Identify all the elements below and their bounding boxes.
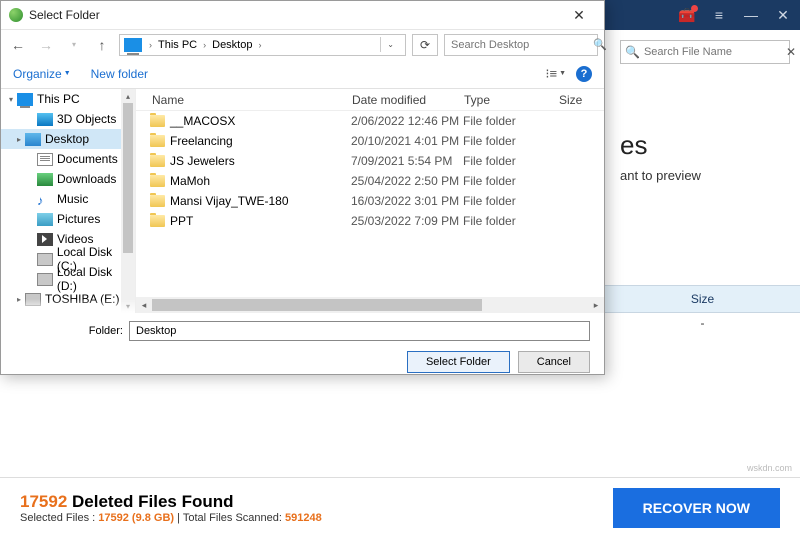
app-search[interactable]: 🔍 ✕ bbox=[620, 40, 790, 64]
tree-item-documents[interactable]: Documents bbox=[1, 149, 135, 169]
watermark: wskdn.com bbox=[747, 463, 792, 473]
file-row[interactable]: JS Jewelers7/09/2021 5:54 PMFile folder bbox=[136, 151, 604, 171]
col-size[interactable]: Size bbox=[543, 93, 604, 107]
dialog-toolbar: Organize▼ New folder ⁝≡ ▼ ? bbox=[1, 59, 604, 89]
crumb-this-pc[interactable]: This PC bbox=[155, 39, 200, 51]
toolbox-icon[interactable]: 🧰 bbox=[678, 6, 696, 24]
file-row[interactable]: __MACOSX2/06/2022 12:46 PMFile folder bbox=[136, 111, 604, 131]
scroll-up-icon[interactable]: ▴ bbox=[121, 89, 135, 103]
col-name[interactable]: Name bbox=[136, 93, 336, 107]
file-list: Name Date modified Type Size __MACOSX2/0… bbox=[136, 89, 604, 313]
dialog-search-input[interactable] bbox=[451, 39, 593, 51]
recover-now-button[interactable]: RECOVER NOW bbox=[613, 488, 780, 528]
recent-dropdown[interactable]: ▾ bbox=[63, 34, 85, 56]
doc-icon bbox=[37, 153, 53, 166]
preview-heading: es bbox=[620, 130, 647, 161]
search-icon: 🔍 bbox=[593, 38, 607, 51]
app-search-input[interactable] bbox=[644, 46, 786, 58]
disk-icon bbox=[37, 273, 53, 286]
file-row[interactable]: Freelancing20/10/2021 4:01 PMFile folder bbox=[136, 131, 604, 151]
file-row[interactable]: PPT25/03/2022 7:09 PMFile folder bbox=[136, 211, 604, 231]
horizontal-scrollbar[interactable]: ◂ ▸ bbox=[136, 297, 604, 313]
back-button[interactable]: ← bbox=[7, 34, 29, 56]
app-icon bbox=[9, 8, 23, 22]
refresh-button[interactable]: ⟳ bbox=[412, 34, 438, 56]
dialog-title: Select Folder bbox=[29, 8, 100, 22]
music-icon bbox=[37, 193, 53, 206]
footer: 17592 Deleted Files Found Selected Files… bbox=[0, 477, 800, 537]
folder-icon bbox=[150, 115, 165, 127]
tree-item-this-pc[interactable]: ▾This PC bbox=[1, 89, 135, 109]
footer-title: 17592 Deleted Files Found bbox=[20, 492, 322, 512]
tree-item-music[interactable]: Music bbox=[1, 189, 135, 209]
folder-label: Folder: bbox=[15, 325, 123, 337]
chevron-icon[interactable]: › bbox=[200, 40, 209, 50]
close-icon[interactable]: ✕ bbox=[774, 6, 792, 24]
column-headers[interactable]: Name Date modified Type Size bbox=[136, 89, 604, 111]
tree-item-3d-objects[interactable]: 3D Objects bbox=[1, 109, 135, 129]
crumb-desktop[interactable]: Desktop bbox=[209, 39, 255, 51]
clear-icon[interactable]: ✕ bbox=[786, 45, 796, 59]
folder-icon bbox=[25, 133, 41, 146]
scroll-right-icon[interactable]: ▸ bbox=[588, 297, 604, 313]
cancel-button[interactable]: Cancel bbox=[518, 351, 590, 373]
organize-menu[interactable]: Organize▼ bbox=[13, 67, 71, 81]
tree-item-desktop[interactable]: ▸Desktop bbox=[1, 129, 135, 149]
scroll-left-icon[interactable]: ◂ bbox=[136, 297, 152, 313]
scrollbar-thumb[interactable] bbox=[123, 103, 133, 253]
file-row[interactable]: Mansi Vijay_TWE-18016/03/2022 3:01 PMFil… bbox=[136, 191, 604, 211]
pic-icon bbox=[37, 213, 53, 226]
tree-scrollbar[interactable]: ▴ ▾ bbox=[121, 89, 135, 313]
help-button[interactable]: ? bbox=[576, 66, 592, 82]
preview-subtext: ant to preview bbox=[620, 168, 701, 183]
size-value: - bbox=[605, 316, 800, 330]
chevron-icon[interactable]: › bbox=[255, 40, 264, 50]
dialog-search[interactable]: 🔍 bbox=[444, 34, 598, 56]
size-column-header[interactable]: Size bbox=[605, 285, 800, 313]
tree-item-pictures[interactable]: Pictures bbox=[1, 209, 135, 229]
view-options-button[interactable]: ⁝≡ ▼ bbox=[545, 66, 566, 82]
disk-icon bbox=[37, 253, 53, 266]
pc-icon bbox=[124, 38, 142, 52]
folder-input[interactable] bbox=[129, 321, 590, 341]
folder-icon bbox=[150, 135, 165, 147]
search-icon: 🔍 bbox=[625, 45, 640, 59]
col-date[interactable]: Date modified bbox=[336, 93, 448, 107]
col-type[interactable]: Type bbox=[448, 93, 543, 107]
dialog-close-button[interactable]: ✕ bbox=[562, 5, 596, 25]
footer-subtitle: Selected Files : 17592 (9.8 GB) | Total … bbox=[20, 512, 322, 524]
forward-button: → bbox=[35, 34, 57, 56]
twisty-icon[interactable]: ▸ bbox=[13, 135, 25, 144]
folder-icon bbox=[150, 175, 165, 187]
nav-row: ← → ▾ ↑ › This PC › Desktop › ⌄ ⟳ 🔍 bbox=[1, 29, 604, 59]
file-row[interactable]: MaMoh25/04/2022 2:50 PMFile folder bbox=[136, 171, 604, 191]
folder-icon bbox=[150, 195, 165, 207]
folder-icon bbox=[150, 155, 165, 167]
folder-icon bbox=[150, 215, 165, 227]
up-button[interactable]: ↑ bbox=[91, 34, 113, 56]
breadcrumb[interactable]: › This PC › Desktop › ⌄ bbox=[119, 34, 406, 56]
scrollbar-thumb[interactable] bbox=[152, 299, 482, 311]
tree-item-downloads[interactable]: Downloads bbox=[1, 169, 135, 189]
crumb-history-dropdown[interactable]: ⌄ bbox=[380, 37, 400, 52]
dl-icon bbox=[37, 173, 53, 186]
minimize-icon[interactable]: — bbox=[742, 6, 760, 24]
folder-tree[interactable]: ▾This PC3D Objects▸DesktopDocumentsDownl… bbox=[1, 89, 136, 313]
menu-icon[interactable]: ≡ bbox=[710, 6, 728, 24]
select-folder-dialog: Select Folder ✕ ← → ▾ ↑ › This PC › Desk… bbox=[0, 0, 605, 375]
new-folder-button[interactable]: New folder bbox=[91, 67, 148, 81]
vid-icon bbox=[37, 233, 53, 246]
tree-item-local-disk-d-[interactable]: Local Disk (D:) bbox=[1, 269, 135, 289]
twisty-icon[interactable]: ▾ bbox=[5, 95, 17, 104]
select-folder-button[interactable]: Select Folder bbox=[407, 351, 510, 373]
chevron-icon[interactable]: › bbox=[146, 40, 155, 50]
pc-icon bbox=[17, 93, 33, 106]
3d-icon bbox=[37, 113, 53, 126]
dialog-titlebar: Select Folder ✕ bbox=[1, 1, 604, 29]
